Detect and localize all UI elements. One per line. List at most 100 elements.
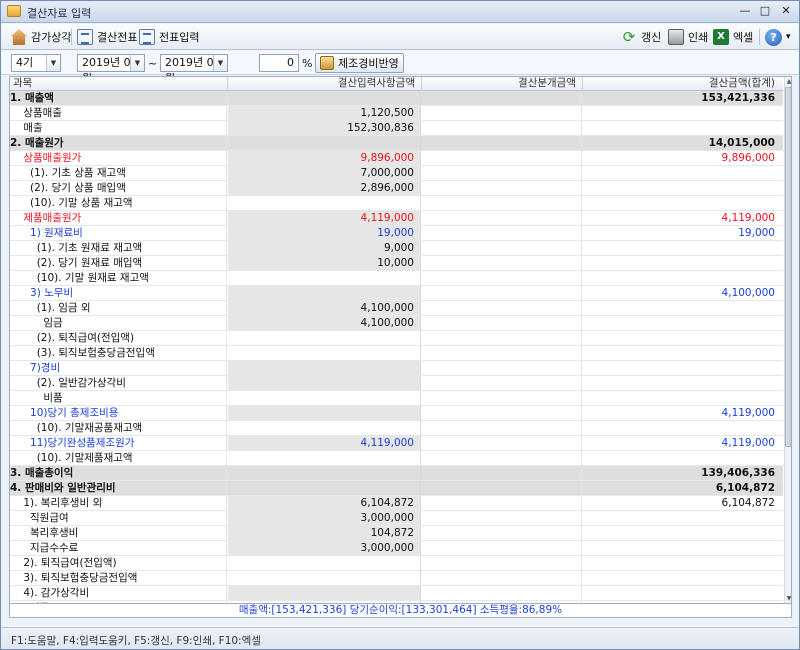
input-amount-cell[interactable] [228,286,421,300]
input-amount-cell[interactable] [228,481,421,495]
table-row[interactable]: 지급수수료 3,000,000 [10,541,783,556]
input-amount-cell[interactable]: 3,000,000 [228,541,421,555]
table-row[interactable]: 비품 [10,391,783,406]
input-amount-cell[interactable] [228,346,421,360]
table-row[interactable]: (2). 일반감가상각비 [10,376,783,391]
chevron-down-icon[interactable]: ▼ [213,55,227,71]
total-amount-cell: 14,015,000 [708,137,775,149]
input-amount-cell[interactable]: 104,872 [228,526,421,540]
input-amount-cell[interactable] [228,361,421,375]
table-row[interactable]: 1). 복리후생비 외 6,104,872 6,104,872 [10,496,783,511]
apply-manufacturing-cost-button[interactable]: 제조경비반영 [315,53,404,73]
table-row[interactable]: (1). 기초 원재료 재고액 9,000 [10,241,783,256]
table-row[interactable]: 매출 152,300,836 [10,121,783,136]
input-amount-cell[interactable] [228,556,421,570]
input-amount-cell[interactable] [228,91,421,105]
table-row[interactable]: (10). 기말 상품 재고액 [10,196,783,211]
vertical-scrollbar[interactable]: ▲ ▼ [784,77,791,603]
excel-button[interactable]: X 엑셀 [713,27,753,47]
closing-voucher-button[interactable]: 결산전표 [77,27,137,47]
table-row[interactable]: 3). 퇴직보험충당금전입액 [10,571,783,586]
column-header-journal-amount[interactable]: 결산분개금액 [422,77,583,91]
input-amount-cell[interactable]: 6,104,872 [228,496,421,510]
column-header-total-amount[interactable]: 결산금액(합계) [583,77,783,91]
table-row[interactable]: 상품매출원가 9,896,000 9,896,000 [10,151,783,166]
table-row[interactable]: (2). 퇴직급여(전입액) [10,331,783,346]
chevron-down-icon[interactable]: ▼ [130,55,144,71]
input-amount-cell[interactable] [228,586,421,600]
table-row[interactable]: 복리후생비 104,872 [10,526,783,541]
column-header-account[interactable]: 과목 [10,77,228,91]
chevron-down-icon[interactable]: ▼ [46,55,60,71]
table-row[interactable]: 제품매출원가 4,119,000 4,119,000 [10,211,783,226]
rate-input[interactable]: 0 [259,54,299,72]
input-amount-cell[interactable] [228,451,421,465]
help-button[interactable]: ? ▾ [765,27,791,47]
input-amount-cell[interactable] [228,331,421,345]
table-row[interactable]: (10). 기말제품재고액 [10,451,783,466]
table-row[interactable]: (10). 기말재공품재고액 [10,421,783,436]
input-amount-cell[interactable]: 4,100,000 [228,316,421,330]
term-select[interactable]: 4기 ▼ [11,54,61,72]
journal-amount-cell [422,181,582,195]
input-amount-cell[interactable]: 2,896,000 [228,181,421,195]
table-row[interactable]: (3). 퇴직보험충당금전입액 [10,346,783,361]
input-amount-cell[interactable]: 10,000 [228,256,421,270]
input-amount-cell[interactable] [228,421,421,435]
table-row[interactable]: 1. 매출액 153,421,336 [10,91,783,106]
help-dropdown-icon[interactable]: ▾ [786,32,791,42]
table-row[interactable]: (2). 당기 원재료 매입액 10,000 [10,256,783,271]
scroll-down-icon[interactable]: ▼ [785,594,791,603]
table-row[interactable]: 직원급여 3,000,000 [10,511,783,526]
input-amount-cell[interactable] [228,271,421,285]
table-row[interactable]: (2). 당기 상품 매입액 2,896,000 [10,181,783,196]
input-amount-cell[interactable]: 1,120,500 [228,106,421,120]
table-row[interactable]: (1). 기초 상품 재고액 7,000,000 [10,166,783,181]
table-row[interactable]: 7)경비 [10,361,783,376]
input-amount-cell[interactable]: 4,119,000 [228,211,421,225]
input-amount-cell[interactable] [228,136,421,150]
table-row[interactable]: 2. 매출원가 14,015,000 [10,136,783,151]
print-button[interactable]: 인쇄 [668,27,708,47]
table-row[interactable]: (10). 기말 원재료 재고액 [10,271,783,286]
close-button[interactable]: ✕ [774,3,798,20]
input-amount-cell[interactable] [228,406,421,420]
input-amount-cell[interactable] [228,391,421,405]
table-row[interactable]: 3. 매출총이익 139,406,336 [10,466,783,481]
account-cell: 7)경비 [10,361,227,375]
table-row[interactable]: 10)당기 총제조비용 4,119,000 [10,406,783,421]
table-row[interactable]: 11)당기완성품제조원가 4,119,000 4,119,000 [10,436,783,451]
input-amount-cell[interactable]: 19,000 [228,226,421,240]
table-row[interactable]: (1). 임금 외 4,100,000 [10,301,783,316]
account-cell: 상품매출원가 [10,151,227,165]
account-cell: (2). 당기 원재료 매입액 [10,256,227,270]
table-row[interactable]: 3) 노무비 4,100,000 [10,286,783,301]
input-amount-cell[interactable]: 4,119,000 [228,436,421,450]
table-row[interactable]: 4). 감가상각비 [10,586,783,601]
voucher-entry-button[interactable]: 전표입력 [139,27,199,47]
refresh-button[interactable]: ⟳ 갱신 [621,27,662,47]
table-row[interactable]: 상품매출 1,120,500 [10,106,783,121]
input-amount-cell[interactable] [228,571,421,585]
title-bar[interactable]: 결산자료 입력 — □ ✕ [1,1,799,23]
input-amount-cell[interactable] [228,196,421,210]
table-row[interactable]: 임금 4,100,000 [10,316,783,331]
scroll-up-icon[interactable]: ▲ [785,77,791,86]
input-amount-cell[interactable] [228,376,421,390]
input-amount-cell[interactable]: 9,896,000 [228,151,421,165]
input-amount-cell[interactable]: 3,000,000 [228,511,421,525]
period-from-select[interactable]: 2019년 01월 ▼ [77,54,145,85]
total-amount-cell: 4,119,000 [721,407,775,419]
scroll-thumb[interactable] [785,87,791,447]
period-to-select[interactable]: 2019년 04월 ▼ [160,54,228,85]
column-header-input-amount[interactable]: 결산입력사항금액 [228,77,422,91]
input-amount-cell[interactable] [228,466,421,480]
table-row[interactable]: 4. 판매비와 일반관리비 6,104,872 [10,481,783,496]
table-row[interactable]: 2). 퇴직급여(전입액) [10,556,783,571]
input-amount-cell[interactable]: 4,100,000 [228,301,421,315]
table-row[interactable]: 1) 원재료비 19,000 19,000 [10,226,783,241]
depreciation-button[interactable]: 감가상각 [11,27,71,47]
input-amount-cell[interactable]: 7,000,000 [228,166,421,180]
input-amount-cell[interactable]: 152,300,836 [228,121,421,135]
input-amount-cell[interactable]: 9,000 [228,241,421,255]
